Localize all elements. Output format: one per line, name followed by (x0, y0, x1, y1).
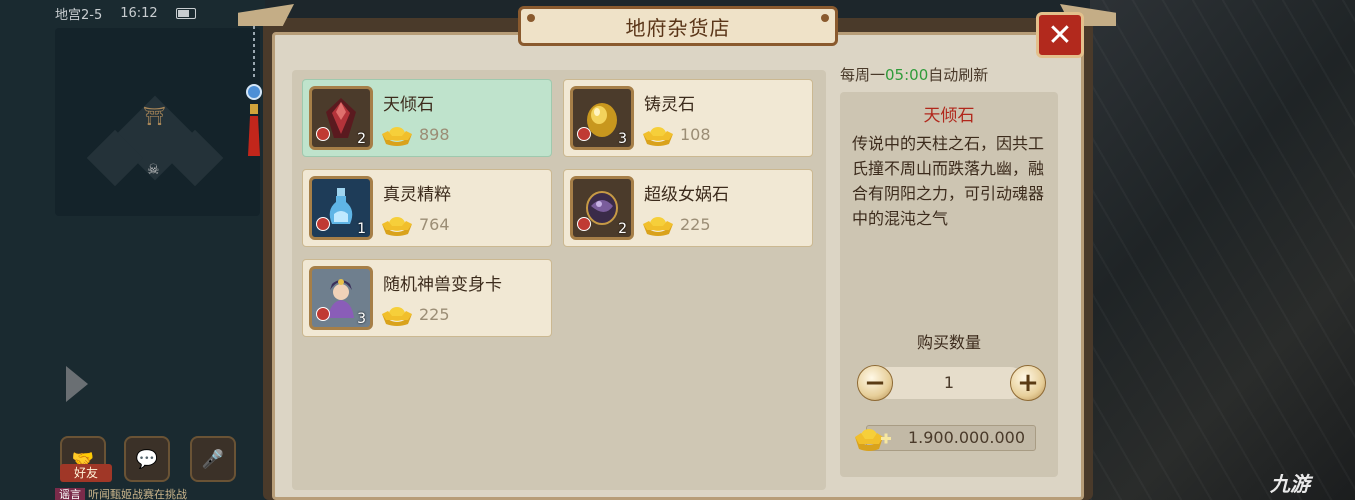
chat-text: 听闻甄姬战赛在挑战 (88, 488, 187, 500)
bound-seal-icon (316, 127, 330, 141)
watermark-logo: 九游 (1270, 472, 1310, 496)
item-name: 超级女娲石 (644, 185, 729, 205)
chat-bubble-icon: 💬 (135, 448, 159, 470)
shop-title: 地府杂货店 (518, 6, 838, 46)
purple-stone-icon: 2 (570, 176, 634, 240)
item-price: 764 (419, 215, 450, 234)
minimap[interactable]: ⛩ ☠ (55, 28, 260, 216)
pendant-ornament-icon (246, 20, 262, 156)
gold-ingot-icon (643, 217, 673, 236)
item-price: 108 (680, 125, 711, 144)
detail-description: 传说中的天柱之石，因共工氏撞不周山而跌落九幽，融合有阴阳之力，可引动魂器中的混沌… (852, 134, 1045, 228)
chat-button[interactable]: 💬 (124, 436, 170, 482)
refresh-suffix: 自动刷新 (928, 66, 989, 84)
quantity-input[interactable]: 1 (872, 367, 1026, 399)
detail-title: 天倾石 (923, 106, 975, 126)
item-quantity: 3 (357, 311, 366, 327)
hero-card-icon: 3 (309, 266, 373, 330)
gold-ingot-icon (382, 307, 412, 326)
item-price: 225 (680, 215, 711, 234)
bound-seal-icon (577, 217, 591, 231)
voice-button[interactable]: 🎤 (190, 436, 236, 482)
crimson-crystal-icon: 2 (309, 86, 373, 150)
minus-icon: − (864, 368, 886, 398)
decrease-button[interactable]: − (857, 365, 893, 401)
microphone-icon: 🎤 (201, 448, 225, 470)
refresh-time: 05:00 (885, 66, 929, 84)
item-quantity: 3 (618, 131, 627, 147)
item-name: 天倾石 (383, 95, 434, 115)
item-price: 898 (419, 125, 450, 144)
item-quantity: 1 (357, 221, 366, 237)
shop-item-suijishenshoubianshenka[interactable]: 3 随机神兽变身卡 225 (302, 259, 552, 337)
item-name: 铸灵石 (644, 95, 695, 115)
location-label: 地宫2-5 (55, 7, 103, 23)
blue-vial-icon: 1 (309, 176, 373, 240)
title-stud (821, 14, 829, 22)
title-stud (527, 14, 535, 22)
expand-arrow-icon[interactable] (66, 366, 88, 402)
bound-seal-icon (577, 127, 591, 141)
close-icon: ✕ (1047, 17, 1073, 53)
gate-marker-icon: ⛩ (143, 106, 166, 127)
plus-icon: + (1017, 368, 1039, 398)
item-name: 随机神兽变身卡 (383, 275, 502, 295)
item-name: 真灵精粹 (383, 185, 451, 205)
gold-stack-plus-icon[interactable] (853, 423, 893, 453)
item-quantity: 2 (357, 131, 366, 147)
bound-seal-icon (316, 217, 330, 231)
shop-item-tianqingshi[interactable]: 2 天倾石 898 (302, 79, 552, 157)
gold-ingot-icon (643, 127, 673, 146)
status-bar: 地宫2-5 16:12 (55, 0, 255, 26)
game-scene-right (1090, 0, 1355, 500)
friends-label: 好友 (60, 464, 112, 482)
purchase-quantity-label: 购买数量 (916, 333, 981, 352)
shop-item-chaojinvwashi[interactable]: 2 超级女娲石 225 (563, 169, 813, 247)
shop-item-zhenlingjingcui[interactable]: 1 真灵精粹 764 (302, 169, 552, 247)
gold-ingot-icon (382, 127, 412, 146)
shop-title-text: 地府杂货店 (625, 15, 731, 40)
time-label: 16:12 (120, 5, 158, 21)
golden-orb-icon: 3 (570, 86, 634, 150)
item-quantity: 2 (618, 221, 627, 237)
battery-icon (175, 7, 196, 19)
chat-tag: 谣言 (55, 488, 85, 500)
gold-ingot-icon (382, 217, 412, 236)
close-button[interactable]: ✕ (1036, 12, 1084, 58)
shop-item-zhulingshi[interactable]: 3 铸灵石 108 (563, 79, 813, 157)
refresh-prefix: 每周一 (840, 66, 886, 84)
chat-ticker[interactable]: 谣言 听闻甄姬战赛在挑战 (55, 486, 265, 500)
increase-button[interactable]: + (1010, 365, 1046, 401)
refresh-notice: 每周一05:00自动刷新 (840, 64, 988, 85)
bound-seal-icon (316, 307, 330, 321)
item-price: 225 (419, 305, 450, 324)
skull-icon: ☠ (147, 162, 160, 178)
